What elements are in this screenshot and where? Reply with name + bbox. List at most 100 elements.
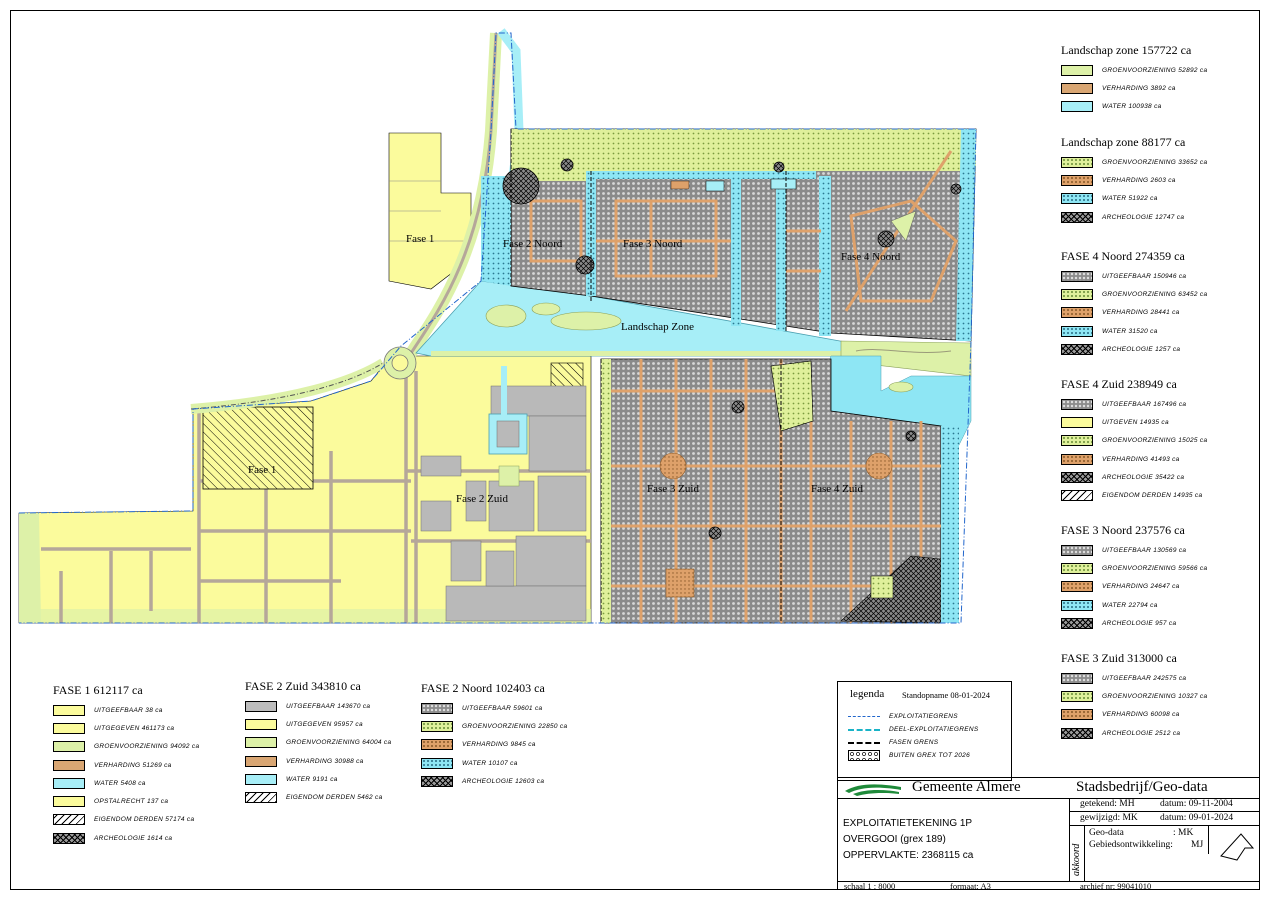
- legend-label: GROENVOORZIENING 10327 ca: [1102, 692, 1208, 700]
- legend-item: OPSTALRECHT 137 ca: [53, 792, 199, 810]
- gebied-value: MJ: [1191, 840, 1204, 850]
- legend-label: EIGENDOM DERDEN 14935 ca: [1102, 492, 1203, 500]
- legend-label: UITGEEFBAAR 130569 ca: [1102, 546, 1187, 554]
- legend-label: UITGEGEVEN 95957 ca: [286, 720, 363, 728]
- legend-swatch-icon: [1061, 690, 1093, 702]
- legend-swatch-icon: [1061, 562, 1093, 574]
- legend-item: GROENVOORZIENING 64004 ca: [245, 734, 391, 752]
- legend-swatch-icon: [1061, 471, 1093, 483]
- legenda-row: DEEL-EXPLOITATIEGRENS: [848, 723, 1011, 736]
- almere-logo-icon: [845, 784, 901, 796]
- legenda-title: legenda: [850, 688, 885, 700]
- legend-item: GROENVOORZIENING 22850 ca: [421, 717, 567, 735]
- legend-label: GROENVOORZIENING 22850 ca: [462, 722, 568, 730]
- legend-swatch-icon: [53, 796, 85, 808]
- legend-swatch-icon: [245, 700, 277, 712]
- legend-fase2-noord: FASE 2 Noord 102403 ca UITGEEFBAAR 59601…: [421, 681, 567, 790]
- legend-item: GROENVOORZIENING 10327 ca: [1061, 687, 1207, 705]
- legenda-row: FASEN GRENS: [848, 736, 1011, 749]
- legend-label: GROENVOORZIENING 64004 ca: [286, 739, 392, 747]
- legend-item: GROENVOORZIENING 52892 ca: [1061, 61, 1207, 79]
- legend-item: UITGEEFBAAR 242575 ca: [1061, 669, 1207, 687]
- legend-item: UITGEEFBAAR 59601 ca: [421, 699, 567, 717]
- legend-title: FASE 1 612117 ca: [53, 683, 143, 697]
- getekend: getekend: MH: [1080, 799, 1135, 809]
- archief: archief nr: 99041010: [1080, 881, 1152, 890]
- legend-fase3-zuid: FASE 3 Zuid 313000 ca UITGEEFBAAR 242575…: [1061, 651, 1207, 742]
- legend-label: UITGEEFBAAR 38 ca: [94, 706, 163, 714]
- schaal: schaal 1 : 8000: [844, 881, 896, 890]
- legend-label: EIGENDOM DERDEN 57174 ca: [94, 816, 195, 824]
- oppervlakte: OPPERVLAKTE: 2368115 ca: [843, 850, 974, 861]
- legend-swatch-icon: [1061, 709, 1093, 721]
- legend-swatch-icon: [1061, 270, 1093, 282]
- legend-item: VERHARDING 9845 ca: [421, 736, 567, 754]
- legend-landschap-1: Landschap zone 157722 ca GROENVOORZIENIN…: [1061, 43, 1207, 116]
- legend-label: WATER 31520 ca: [1102, 327, 1158, 335]
- legend-swatch-icon: [1061, 288, 1093, 300]
- legend-swatch-icon: [53, 722, 85, 734]
- legend-swatch-icon: [1061, 343, 1093, 355]
- legend-item: VERHARDING 30988 ca: [245, 752, 391, 770]
- legend-item: VERHARDING 2603 ca: [1061, 171, 1207, 189]
- legend-item: UITGEVEN 14935 ca: [1061, 413, 1207, 431]
- legend-fase1: FASE 1 612117 ca UITGEEFBAAR 38 ca UITGEG…: [53, 683, 199, 847]
- legend-swatch-icon: [245, 718, 277, 730]
- legend-title: Landschap zone 88177 ca: [1061, 135, 1186, 149]
- legend-swatch-icon: [53, 832, 85, 844]
- legend-item: GROENVOORZIENING 33652 ca: [1061, 153, 1207, 171]
- legend-label: ARCHEOLOGIE 957 ca: [1102, 619, 1177, 627]
- legend-swatch-icon: [53, 759, 85, 771]
- label-fase1-north: Fase 1: [406, 233, 434, 245]
- legend-swatch-icon: [1061, 64, 1093, 76]
- legend-swatch-icon: [421, 739, 453, 751]
- signoff-cell: Geo-data : MK Gebiedsontwikkeling: MJ: [1085, 826, 1209, 854]
- legend-item: ARCHEOLOGIE 12603 ca: [421, 772, 567, 790]
- legend-title: FASE 3 Zuid 313000 ca: [1061, 651, 1177, 665]
- getekend-datum: datum: 09-11-2004: [1160, 799, 1233, 809]
- legend-title: FASE 4 Zuid 238949 ca: [1061, 377, 1177, 391]
- legend-item: ARCHEOLOGIE 2512 ca: [1061, 724, 1207, 742]
- legenda-date: Standopname 08-01-2024: [902, 690, 991, 700]
- legend-label: VERHARDING 41493 ca: [1102, 455, 1180, 463]
- legend-label: UITGEGEVEN 461173 ca: [94, 724, 175, 732]
- legend-title: FASE 2 Noord 102403 ca: [421, 681, 545, 695]
- org-header: Gemeente Almere Stadsbedrijf/Geo-data: [837, 777, 1259, 799]
- legend-label: UITGEEFBAAR 242575 ca: [1102, 674, 1187, 682]
- gebied-label: Gebiedsontwikkeling:: [1089, 840, 1173, 850]
- legend-swatch-icon: [1061, 307, 1093, 319]
- dashdot-line-icon: [848, 716, 880, 717]
- legend-label: GROENVOORZIENING 63452 ca: [1102, 290, 1208, 298]
- legend-landschap-2: Landschap zone 88177 ca GROENVOORZIENING…: [1061, 135, 1207, 226]
- legend-label: UITGEEFBAAR 59601 ca: [462, 704, 543, 712]
- legend-item: EIGENDOM DERDEN 5462 ca: [245, 788, 391, 806]
- legend-label: UITGEEFBAAR 150946 ca: [1102, 272, 1187, 280]
- legend-swatch-icon: [53, 704, 85, 716]
- legend-item: VERHARDING 3892 ca: [1061, 79, 1207, 97]
- legend-label: EIGENDOM DERDEN 5462 ca: [286, 794, 383, 802]
- gewijzigd-datum: datum: 09-01-2024: [1160, 813, 1234, 823]
- legend-swatch-icon: [53, 814, 85, 826]
- legend-label: GROENVOORZIENING 33652 ca: [1102, 158, 1208, 166]
- legend-item: ARCHEOLOGIE 12747 ca: [1061, 208, 1207, 226]
- legend-item: UITGEEFBAAR 167496 ca: [1061, 395, 1207, 413]
- legenda-box: legenda Standopname 08-01-2024 EXPLOITAT…: [837, 681, 1012, 781]
- legend-swatch-icon: [245, 737, 277, 749]
- legend-label: GROENVOORZIENING 59566 ca: [1102, 564, 1208, 572]
- legend-item: ARCHEOLOGIE 35422 ca: [1061, 468, 1207, 486]
- legend-swatch-icon: [1061, 617, 1093, 629]
- legend-swatch-icon: [1061, 435, 1093, 447]
- legend-label: UITGEEFBAAR 143670 ca: [286, 702, 371, 710]
- legend-item: EIGENDOM DERDEN 14935 ca: [1061, 486, 1207, 504]
- north-arrow-icon: [1220, 833, 1255, 861]
- legend-swatch-icon: [245, 773, 277, 785]
- legend-swatch-icon: [1061, 325, 1093, 337]
- legend-label: WATER 5408 ca: [94, 779, 146, 787]
- legend-swatch-icon: [53, 777, 85, 789]
- legend-swatch-icon: [1061, 544, 1093, 556]
- legend-label: VERHARDING 51269 ca: [94, 761, 172, 769]
- legend-label: ARCHEOLOGIE 1257 ca: [1102, 345, 1181, 353]
- legend-label: VERHARDING 30988 ca: [286, 757, 364, 765]
- legend-item: ARCHEOLOGIE 1257 ca: [1061, 340, 1207, 358]
- legenda-row: BUITEN GREX TOT 2026: [848, 749, 1011, 762]
